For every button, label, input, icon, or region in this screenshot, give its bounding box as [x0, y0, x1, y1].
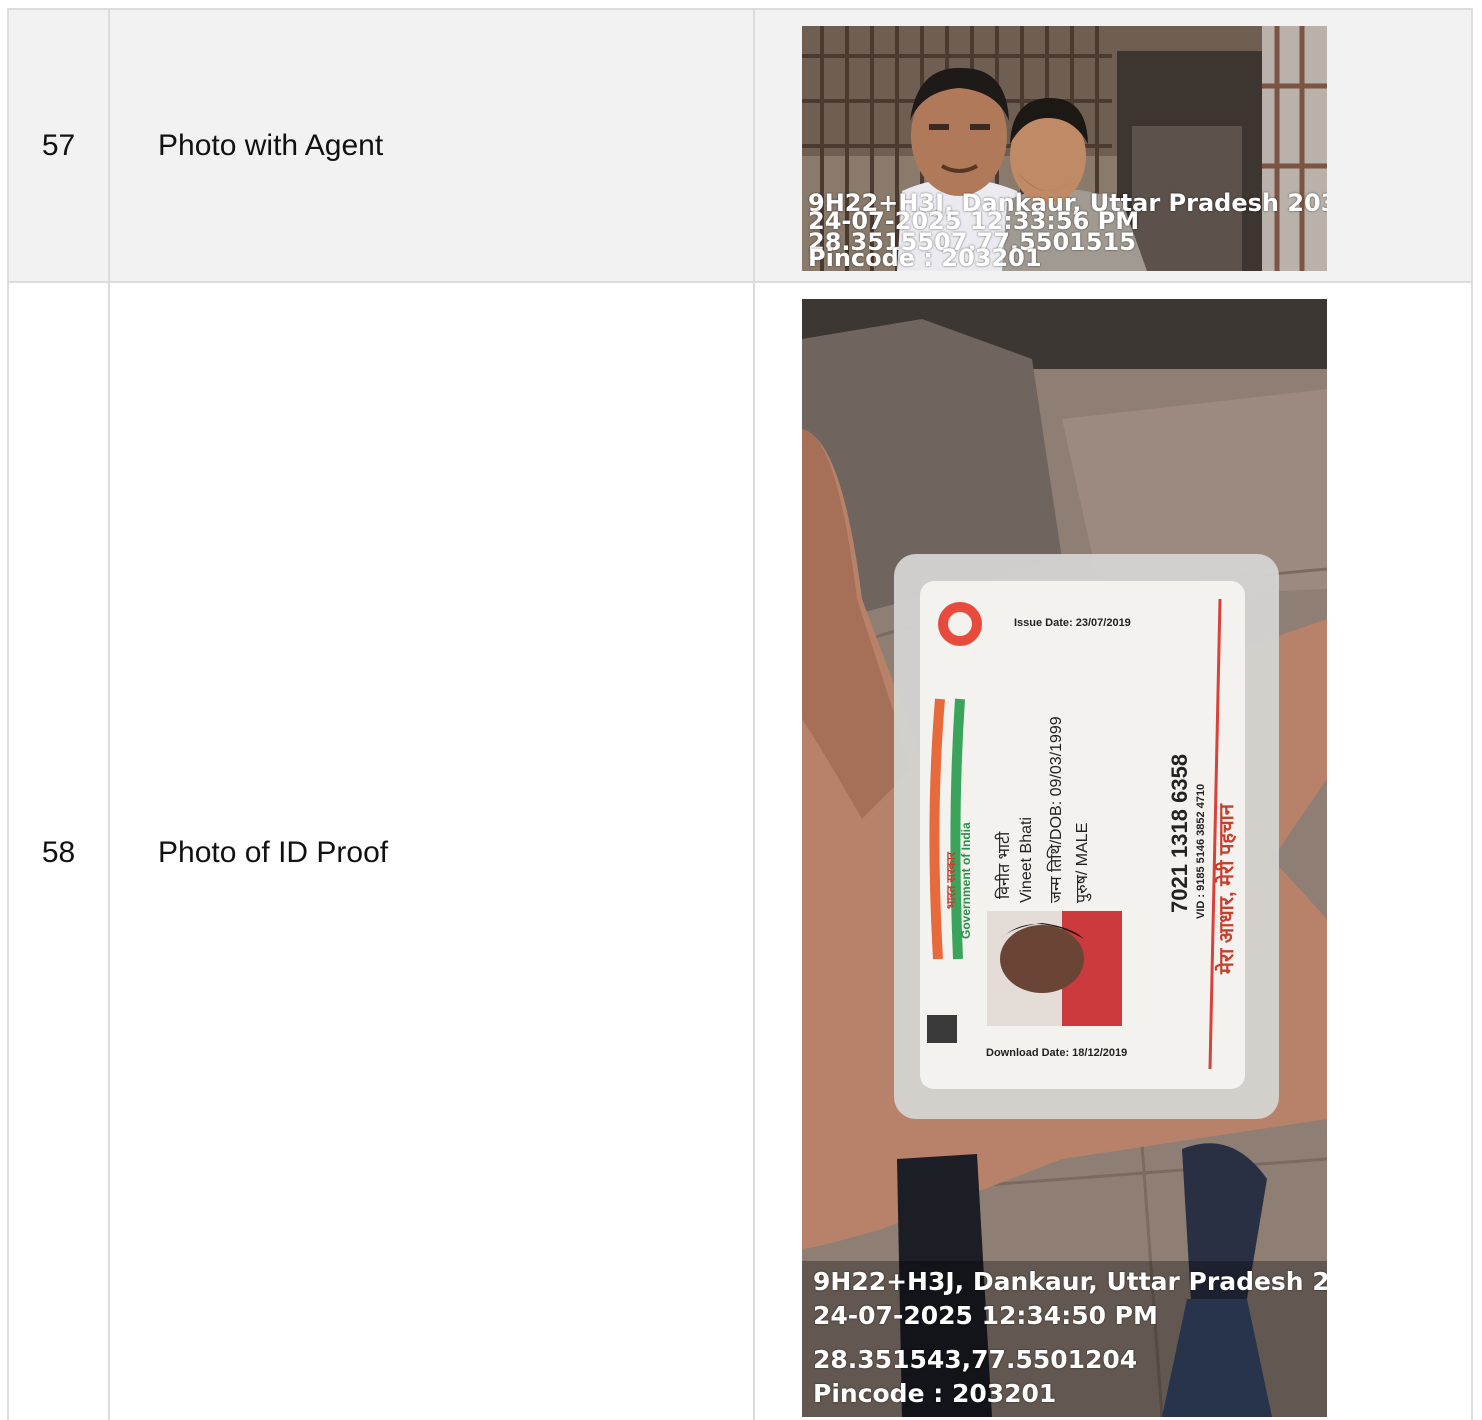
- row-number: 57: [9, 10, 110, 281]
- card-name-english: Vineet Bhati: [1018, 817, 1035, 903]
- agent-photo[interactable]: 9H22+H3J, Dankaur, Uttar Pradesh 203201,…: [802, 26, 1327, 271]
- photo-cell: 9H22+H3J, Dankaur, Uttar Pradesh 203201,…: [755, 10, 1471, 281]
- card-gender: पुरुष/ MALE: [1074, 822, 1091, 903]
- row-number: 58: [9, 283, 110, 1420]
- card-number: 7021 1318 6358: [1167, 753, 1192, 913]
- photo-overlay-coordinates: 28.351543,77.5501204: [813, 1345, 1138, 1374]
- table-row: 57 Photo with Agent 9H22+H3J, Dankaur, U…: [9, 10, 1471, 283]
- card-issue-date: Issue Date: 23/07/2019: [1014, 617, 1131, 629]
- card-tagline: मेरा आधार, मेरी पहचान: [1216, 804, 1238, 974]
- photo-overlay-timestamp: 24-07-2025 12:34:50 PM: [813, 1301, 1158, 1330]
- photo-cell: Issue Date: 23/07/2019 भारत सरकार Govern…: [755, 283, 1471, 1420]
- table-row: 58 Photo of ID Proof Issue Date: 23/07/2…: [9, 283, 1471, 1420]
- card-dob: जन्म तिथि/DOB: 09/03/1999: [1048, 716, 1065, 903]
- id-proof-photo[interactable]: Issue Date: 23/07/2019 भारत सरकार Govern…: [802, 299, 1327, 1417]
- photo-overlay-pincode: Pincode : 203201: [813, 1379, 1057, 1408]
- row-label: Photo of ID Proof: [110, 283, 755, 1420]
- card-download-date: Download Date: 18/12/2019: [986, 1047, 1128, 1059]
- row-label: Photo with Agent: [110, 10, 755, 281]
- card-name-hindi: विनीत भाटी: [996, 831, 1013, 899]
- card-gov-hindi: भारत सरकार: [944, 852, 958, 909]
- card-vid: VID : 9185 5146 3852 4710: [1195, 783, 1207, 919]
- card-gov-english: Government of India: [959, 822, 973, 939]
- photo-overlay-address: 9H22+H3J, Dankaur, Uttar Pradesh 203201,…: [813, 1267, 1327, 1296]
- photo-overlay-pincode: Pincode : 203201: [808, 244, 1042, 271]
- evidence-table: 57 Photo with Agent 9H22+H3J, Dankaur, U…: [7, 8, 1473, 1420]
